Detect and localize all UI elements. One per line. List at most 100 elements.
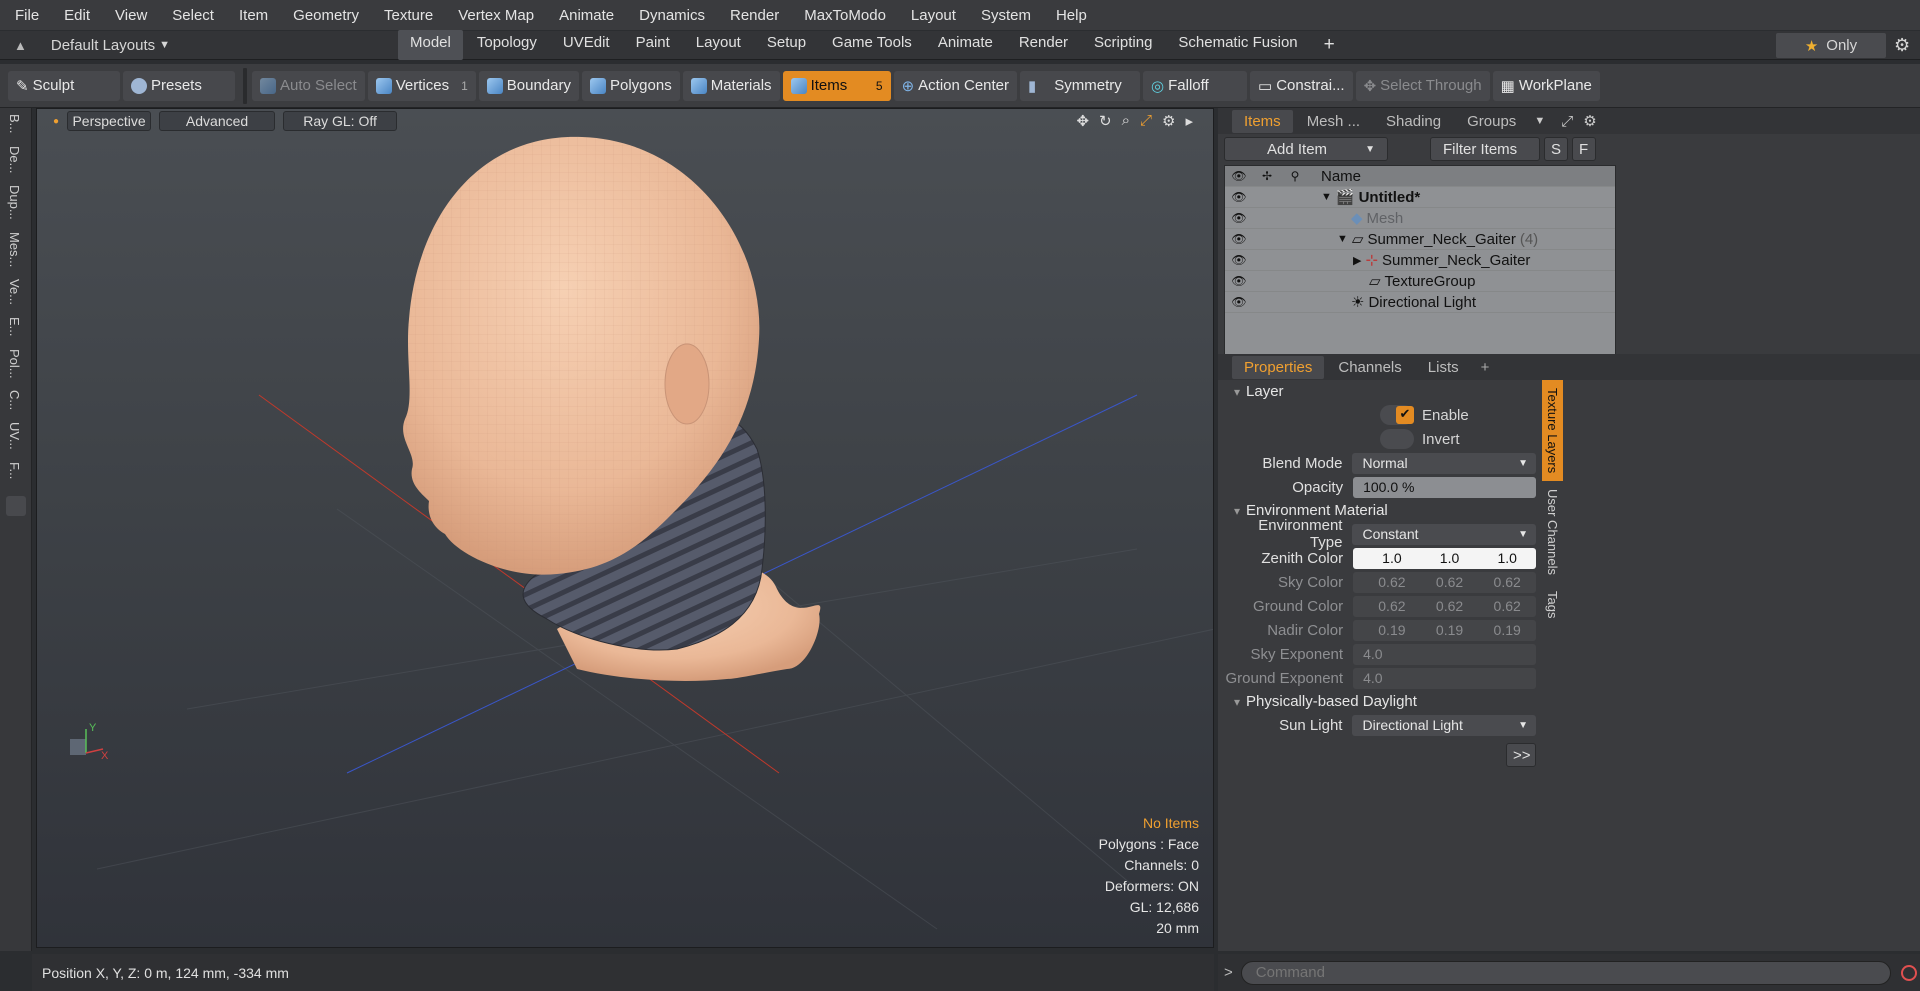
- fit-icon[interactable]: ⤢: [1140, 112, 1152, 130]
- list-item[interactable]: 👁 ▶ ⊹ Summer_Neck_Gaiter: [1225, 250, 1615, 271]
- 3d-viewport[interactable]: Y X ● Perspective Advanced Ray GL: Off ✥…: [36, 108, 1214, 948]
- only-toggle[interactable]: ★ Only: [1776, 33, 1886, 58]
- left-tab-curve[interactable]: C...: [7, 384, 22, 416]
- daylight-section[interactable]: Physically-based Daylight: [1224, 690, 1536, 713]
- menu-layout[interactable]: Layout: [896, 7, 966, 24]
- left-tab-mesh[interactable]: Mes...: [7, 226, 22, 273]
- env-type-select[interactable]: Constant ▼: [1352, 523, 1536, 545]
- menu-help[interactable]: Help: [1041, 7, 1097, 24]
- rotate-icon[interactable]: ↻: [1099, 112, 1112, 130]
- add-tab-icon[interactable]: +: [1481, 359, 1490, 376]
- gear-icon[interactable]: ⚙: [1162, 112, 1175, 130]
- polygons-button[interactable]: Polygons: [581, 70, 680, 101]
- panel-expand-icon[interactable]: ⤢: [1561, 113, 1573, 130]
- boundary-button[interactable]: Boundary: [478, 70, 579, 101]
- zoom-icon[interactable]: ⌕: [1122, 112, 1130, 130]
- sky-exponent-field[interactable]: 4.0: [1353, 643, 1536, 665]
- list-item[interactable]: 👁 ☀ Directional Light: [1225, 292, 1615, 313]
- left-tab-uv[interactable]: UV...: [7, 416, 22, 456]
- f-button[interactable]: F: [1572, 137, 1596, 161]
- sky-color-field[interactable]: 0.62 0.62 0.62: [1353, 571, 1536, 593]
- action-center-button[interactable]: ⊕ Action Center: [893, 70, 1018, 101]
- side-tab-user-channels[interactable]: User Channels: [1542, 481, 1563, 583]
- tab-mesh[interactable]: Mesh ...: [1295, 110, 1372, 133]
- record-icon[interactable]: [1900, 964, 1917, 981]
- tab-items[interactable]: Items: [1232, 109, 1293, 133]
- perspective-dropdown[interactable]: Perspective: [67, 111, 152, 131]
- tab-groups[interactable]: Groups: [1455, 110, 1528, 133]
- auto-select-button[interactable]: Auto Select: [252, 70, 365, 101]
- menu-animate[interactable]: Animate: [544, 7, 624, 24]
- tab-paint[interactable]: Paint: [624, 30, 682, 60]
- expand-icon[interactable]: ▼: [1321, 191, 1332, 203]
- visibility-eye-icon[interactable]: 👁: [1225, 253, 1253, 267]
- expand-icon[interactable]: ▼: [1337, 233, 1348, 245]
- s-button[interactable]: S: [1544, 137, 1568, 161]
- items-button[interactable]: Items 5: [782, 70, 891, 101]
- visibility-eye-icon[interactable]: 👁: [1225, 295, 1253, 309]
- tab-animate[interactable]: Animate: [926, 30, 1005, 60]
- sun-light-select[interactable]: Directional Light ▼: [1352, 714, 1536, 736]
- ground-exponent-field[interactable]: 4.0: [1353, 667, 1536, 689]
- menu-maxtomodo[interactable]: MaxToModo: [789, 7, 896, 24]
- tab-schematic-fusion[interactable]: Schematic Fusion: [1166, 30, 1309, 60]
- tab-channels[interactable]: Channels: [1326, 356, 1413, 379]
- menu-render[interactable]: Render: [715, 7, 789, 24]
- expand-icon[interactable]: ▶: [1353, 254, 1361, 267]
- visibility-eye-icon[interactable]: 👁: [1225, 190, 1253, 204]
- menu-file[interactable]: File: [0, 7, 49, 24]
- menu-view[interactable]: View: [100, 7, 157, 24]
- command-input[interactable]: [1240, 960, 1891, 985]
- layer-section[interactable]: Layer: [1224, 380, 1536, 403]
- visibility-eye-icon[interactable]: 👁: [1225, 232, 1253, 246]
- falloff-button[interactable]: ◎ Falloff: [1143, 70, 1248, 101]
- workplane-button[interactable]: ▦ WorkPlane: [1492, 70, 1600, 101]
- tab-model[interactable]: Model: [398, 30, 463, 60]
- left-tab-polygon[interactable]: Pol...: [7, 343, 22, 385]
- constraints-button[interactable]: ▭ Constrai...: [1250, 70, 1353, 101]
- add-item-button[interactable]: Add Item ▼: [1224, 137, 1388, 161]
- symmetry-button[interactable]: ▮ Symmetry: [1020, 70, 1141, 101]
- panel-chevron-icon[interactable]: ▼: [1534, 115, 1545, 127]
- collapse-icon[interactable]: ▲: [14, 38, 27, 53]
- left-tab-edge[interactable]: E...: [7, 311, 22, 343]
- menu-system[interactable]: System: [966, 7, 1041, 24]
- menu-item[interactable]: Item: [224, 7, 278, 24]
- side-tab-tags[interactable]: Tags: [1542, 583, 1563, 626]
- raygl-dropdown[interactable]: Ray GL: Off: [283, 111, 398, 131]
- menu-dynamics[interactable]: Dynamics: [624, 7, 715, 24]
- opacity-field[interactable]: 100.0 %: [1353, 476, 1536, 498]
- menu-texture[interactable]: Texture: [369, 7, 443, 24]
- panel-gear-icon[interactable]: ⚙: [1583, 112, 1596, 130]
- tab-game-tools[interactable]: Game Tools: [820, 30, 924, 60]
- zenith-color-field[interactable]: 1.0 1.0 1.0: [1353, 547, 1536, 569]
- tab-shading[interactable]: Shading: [1374, 110, 1453, 133]
- left-tab-fusion[interactable]: F...: [7, 456, 22, 485]
- left-tab-basic[interactable]: B...: [7, 108, 22, 140]
- invert-checkbox[interactable]: [1380, 429, 1414, 449]
- advanced-dropdown[interactable]: Advanced: [159, 111, 276, 131]
- list-item[interactable]: 👁 ◆ Mesh: [1225, 208, 1615, 229]
- sculpt-button[interactable]: ✎ Sculpt: [8, 70, 120, 101]
- settings-icon[interactable]: ⚙: [1894, 35, 1910, 56]
- side-tab-texture-layers[interactable]: Texture Layers: [1542, 380, 1563, 482]
- list-item[interactable]: 👁 ▼ 🎬 Untitled*: [1225, 187, 1615, 208]
- menu-edit[interactable]: Edit: [49, 7, 100, 24]
- blend-mode-select[interactable]: Normal ▼: [1352, 452, 1536, 474]
- filter-items-button[interactable]: Filter Items: [1430, 137, 1540, 161]
- tab-uvedit[interactable]: UVEdit: [551, 30, 622, 60]
- presets-button[interactable]: Presets: [123, 70, 235, 101]
- viewport-scene[interactable]: Y X: [37, 109, 1214, 948]
- list-item[interactable]: 👁 ▱ TextureGroup: [1225, 271, 1615, 292]
- select-through-button[interactable]: ✥ Select Through: [1355, 70, 1490, 101]
- menu-vertex-map[interactable]: Vertex Map: [443, 7, 544, 24]
- list-item[interactable]: 👁 ▼ ▱ Summer_Neck_Gaiter (4): [1225, 229, 1615, 250]
- materials-button[interactable]: Materials: [682, 70, 780, 101]
- left-tab-deform[interactable]: De...: [7, 140, 22, 179]
- tab-setup[interactable]: Setup: [755, 30, 818, 60]
- menu-select[interactable]: Select: [157, 7, 224, 24]
- ground-color-field[interactable]: 0.62 0.62 0.62: [1353, 595, 1536, 617]
- default-layouts-dropdown[interactable]: Default Layouts ▼: [51, 37, 170, 54]
- tab-properties[interactable]: Properties: [1232, 355, 1325, 379]
- nadir-color-field[interactable]: 0.19 0.19 0.19: [1353, 619, 1536, 641]
